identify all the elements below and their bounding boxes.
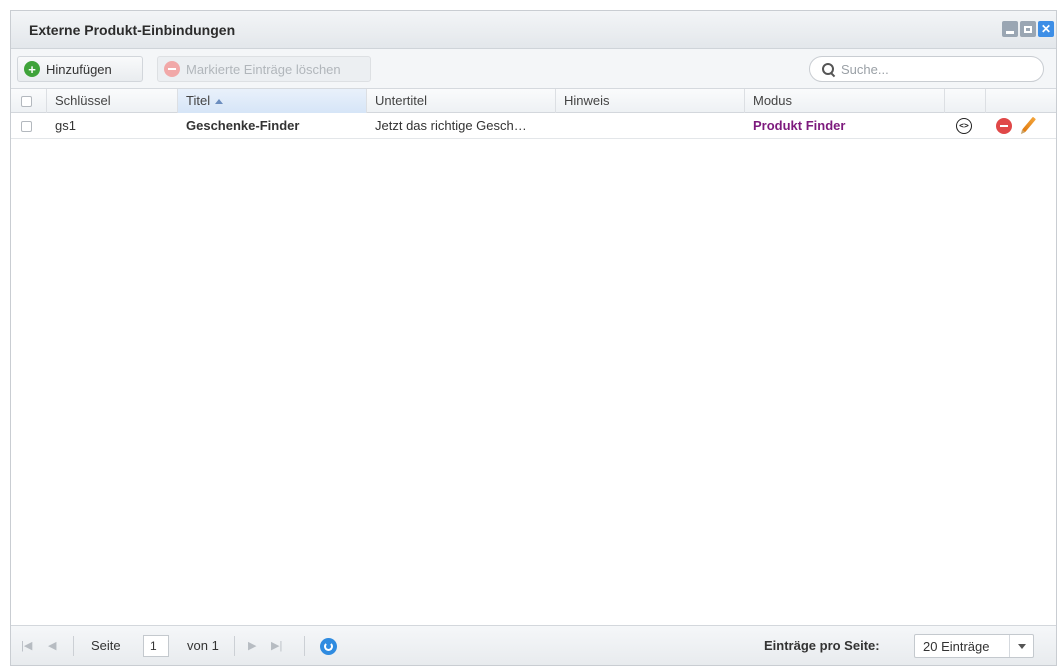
search-box[interactable]: [809, 56, 1044, 82]
close-icon: ✕: [1040, 22, 1052, 36]
add-button[interactable]: + Hinzufügen: [17, 56, 143, 82]
sort-ascending-icon: [215, 99, 224, 105]
column-header-hint[interactable]: Hinweis: [556, 89, 745, 113]
pagination-bar: |◀ ◀ Seite von 1 ▶ ▶| Einträge pro Seite…: [11, 625, 1056, 665]
window-titlebar[interactable]: Externe Produkt-Einbindungen ✕: [11, 11, 1056, 49]
delete-selected-button[interactable]: Markierte Einträge löschen: [157, 56, 371, 82]
page-number-input[interactable]: [143, 635, 169, 657]
chevron-down-icon: [1017, 643, 1026, 649]
row-checkbox[interactable]: [21, 121, 32, 132]
edit-pencil-icon[interactable]: [1022, 116, 1036, 133]
maximize-button[interactable]: [1020, 21, 1036, 37]
column-header-subtitle[interactable]: Untertitel: [367, 89, 556, 113]
column-header-key[interactable]: Schlüssel: [47, 89, 178, 113]
row-key: gs1: [55, 118, 76, 133]
minimize-button[interactable]: [1002, 21, 1018, 37]
toolbar: + Hinzufügen Markierte Einträge löschen: [11, 49, 1056, 89]
row-hint: [556, 113, 745, 139]
minimize-icon: [1006, 30, 1014, 34]
add-button-label: Hinzufügen: [46, 61, 112, 77]
delete-icon[interactable]: [996, 118, 1012, 134]
last-page-icon[interactable]: ▶|: [271, 626, 282, 665]
products-window: Externe Produkt-Einbindungen ✕ + Hinzufü…: [10, 10, 1057, 666]
window-title: Externe Produkt-Einbindungen: [29, 22, 236, 38]
code-icon[interactable]: <>: [956, 118, 972, 134]
row-mode: Produkt Finder: [753, 118, 846, 133]
row-subtitle: Jetzt das richtige Gesch…: [375, 118, 527, 133]
per-page-select[interactable]: 20 Einträge: [914, 634, 1034, 658]
column-header-mode[interactable]: Modus: [745, 89, 945, 113]
close-button[interactable]: ✕: [1038, 21, 1054, 37]
row-title: Geschenke-Finder: [186, 118, 300, 133]
select-all-cell: [11, 89, 47, 113]
search-icon: [822, 62, 835, 76]
window-controls: ✕: [1002, 21, 1054, 37]
column-header-mode-label: Modus: [753, 93, 793, 108]
dropdown-trigger[interactable]: [1009, 635, 1033, 657]
first-page-icon[interactable]: |◀: [21, 626, 32, 665]
minus-icon: [164, 61, 180, 77]
per-page-label: Einträge pro Seite:: [764, 638, 880, 653]
delete-selected-label: Markierte Einträge löschen: [186, 61, 341, 77]
plus-icon: +: [24, 61, 40, 77]
page-label: Seite: [91, 638, 121, 653]
column-header-action-1: [945, 89, 986, 113]
column-header-key-label: Schlüssel: [55, 93, 111, 108]
search-input[interactable]: [841, 61, 1021, 77]
per-page-value: 20 Einträge: [923, 638, 990, 654]
previous-page-icon[interactable]: ◀: [48, 626, 56, 665]
page-count-label: von 1: [187, 638, 219, 653]
maximize-icon: [1024, 25, 1032, 33]
column-header-action-2: [986, 89, 1056, 113]
column-header-title-label: Titel: [186, 93, 211, 108]
column-header-hint-label: Hinweis: [564, 93, 610, 108]
select-all-checkbox[interactable]: [21, 96, 32, 107]
table-row[interactable]: gs1 Geschenke-Finder Jetzt das richtige …: [11, 113, 1056, 139]
column-header-subtitle-label: Untertitel: [375, 93, 428, 108]
refresh-icon[interactable]: [320, 638, 337, 655]
grid-header: Schlüssel Titel Untertitel Hinweis Modus: [11, 89, 1056, 113]
column-header-title[interactable]: Titel: [178, 89, 367, 113]
next-page-icon[interactable]: ▶: [248, 626, 256, 665]
